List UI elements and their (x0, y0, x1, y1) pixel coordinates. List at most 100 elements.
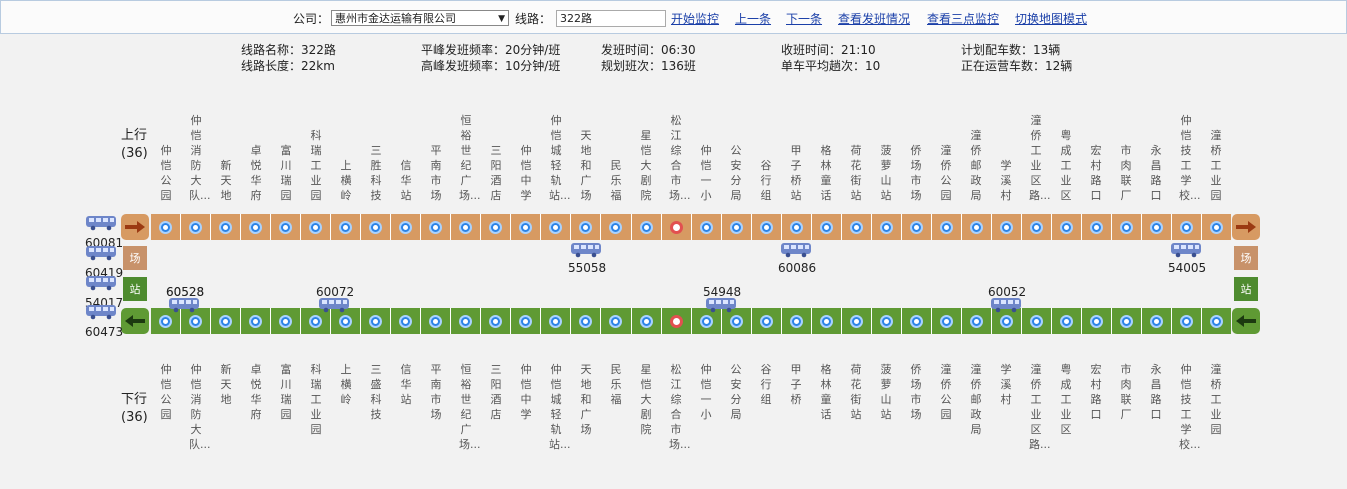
station-dot-icon[interactable] (189, 314, 203, 328)
station-cell[interactable] (271, 214, 302, 240)
bus-icon[interactable] (780, 242, 812, 261)
down-station-name[interactable]: 仲恺技工学校... (1179, 362, 1201, 462)
down-station-name[interactable]: 谷行组 (759, 362, 773, 462)
up-station-name[interactable]: 科瑞工业园 (309, 107, 323, 203)
station-cell[interactable] (511, 308, 542, 334)
station-dot-icon[interactable] (399, 314, 413, 328)
station-dot-icon[interactable] (639, 220, 653, 234)
station-cell[interactable] (451, 214, 482, 240)
station-dot-icon[interactable] (909, 220, 923, 234)
station-dot-icon[interactable] (459, 220, 473, 234)
station-dot-icon[interactable] (159, 314, 173, 328)
up-station-name[interactable]: 潼桥工业园 (1209, 107, 1223, 203)
station-dot-icon[interactable] (1180, 314, 1194, 328)
station-cell[interactable] (391, 308, 422, 334)
station-cell[interactable] (1052, 214, 1082, 240)
up-bus-plate[interactable]: 54005 (1168, 261, 1206, 275)
up-station-name[interactable]: 三胜科技 (369, 107, 383, 203)
down-station-name[interactable]: 富川瑞园 (279, 362, 293, 462)
station-dot-icon[interactable] (849, 220, 863, 234)
switch-map-mode-link[interactable]: 切换地图模式 (1015, 10, 1087, 27)
station-cell[interactable] (782, 308, 812, 334)
station-cell[interactable] (391, 214, 422, 240)
station-dot-icon[interactable] (339, 220, 353, 234)
station-cell[interactable] (151, 214, 182, 240)
company-select[interactable]: 惠州市金达运输有限公司 ▼ (331, 10, 509, 26)
up-station-name[interactable]: 仲恺一小 (699, 107, 713, 203)
bus-icon[interactable] (1170, 242, 1202, 261)
station-dot-icon[interactable] (879, 314, 893, 328)
station-dot-icon[interactable] (219, 314, 233, 328)
station-dot-icon[interactable] (969, 220, 983, 234)
down-station-name[interactable]: 潼桥工业园 (1209, 362, 1223, 462)
bus-icon[interactable] (85, 215, 117, 234)
station-cell[interactable] (812, 308, 842, 334)
station-cell[interactable] (872, 308, 902, 334)
station-cell[interactable] (1172, 214, 1203, 240)
down-station-name[interactable]: 潼侨工业区路... (1029, 362, 1051, 462)
down-station-name[interactable]: 仲恺一小 (699, 362, 713, 462)
station-dot-icon[interactable] (159, 220, 173, 234)
station-dot-icon[interactable] (999, 220, 1013, 234)
down-station-name[interactable]: 仲恺公园 (159, 362, 173, 462)
up-station-name[interactable]: 侨场市场 (909, 107, 923, 203)
station-cell[interactable] (812, 214, 842, 240)
station-dot-icon[interactable] (1180, 220, 1194, 234)
station-cell[interactable] (752, 214, 782, 240)
station-cell[interactable] (331, 214, 362, 240)
down-station-name[interactable]: 仲恺消防大队... (189, 362, 211, 462)
down-station-name[interactable]: 宏村路口 (1089, 362, 1103, 462)
station-cell[interactable] (541, 308, 572, 334)
station-dot-icon[interactable] (729, 314, 743, 328)
station-cell[interactable] (842, 308, 872, 334)
down-station-name[interactable]: 松江综合市场... (669, 362, 691, 462)
station-dot-icon[interactable] (459, 314, 473, 328)
up-station-name[interactable]: 卓悦华府 (249, 107, 263, 203)
station-cell[interactable] (932, 308, 962, 334)
depot-tag-left[interactable]: 场 (123, 246, 147, 270)
station-dot-icon[interactable] (999, 314, 1013, 328)
down-station-name[interactable]: 卓悦华府 (249, 362, 263, 462)
up-station-name[interactable]: 粤成工业区 (1059, 107, 1073, 203)
station-cell[interactable] (1202, 308, 1231, 334)
station-dot-icon[interactable] (639, 314, 653, 328)
up-bus-plate[interactable]: 55058 (568, 261, 606, 275)
down-station-name[interactable]: 民乐福 (609, 362, 623, 462)
station-cell[interactable] (872, 214, 902, 240)
station-cell[interactable] (962, 214, 992, 240)
station-dot-icon[interactable] (759, 314, 773, 328)
up-station-name[interactable]: 仲恺中学 (519, 107, 533, 203)
station-dot-icon[interactable] (1089, 220, 1103, 234)
station-cell[interactable] (782, 214, 812, 240)
down-station-name[interactable]: 天地和广场 (579, 362, 593, 462)
station-dot-icon[interactable] (309, 314, 323, 328)
station-cell[interactable] (511, 214, 542, 240)
down-station-name[interactable]: 市肉联厂 (1119, 362, 1133, 462)
down-station-name[interactable]: 菠萝山站 (879, 362, 893, 462)
station-dot-icon[interactable] (669, 220, 683, 234)
station-cell[interactable] (181, 214, 212, 240)
station-cell[interactable] (361, 214, 392, 240)
station-cell[interactable] (571, 214, 602, 240)
down-station-name[interactable]: 新天地 (219, 362, 233, 462)
station-dot-icon[interactable] (1120, 220, 1134, 234)
station-dot-icon[interactable] (369, 314, 383, 328)
station-dot-icon[interactable] (969, 314, 983, 328)
up-station-name[interactable]: 仲恺消防大队... (189, 107, 211, 203)
down-station-name[interactable]: 三盛科技 (369, 362, 383, 462)
station-dot-icon[interactable] (489, 314, 503, 328)
station-cell[interactable] (421, 214, 452, 240)
down-station-name[interactable]: 信华站 (399, 362, 413, 462)
station-dot-icon[interactable] (819, 314, 833, 328)
station-cell[interactable] (1202, 214, 1231, 240)
station-dot-icon[interactable] (789, 220, 803, 234)
up-station-name[interactable]: 仲恺技工学校... (1179, 107, 1201, 203)
station-dot-icon[interactable] (219, 220, 233, 234)
station-dot-icon[interactable] (489, 220, 503, 234)
station-cell[interactable] (902, 214, 932, 240)
down-bus-plate[interactable]: 60072 (316, 285, 354, 299)
station-dot-icon[interactable] (939, 314, 953, 328)
down-bus-plate[interactable]: 60052 (988, 285, 1026, 299)
up-station-name[interactable]: 格林童话 (819, 107, 833, 203)
station-dot-icon[interactable] (699, 314, 713, 328)
